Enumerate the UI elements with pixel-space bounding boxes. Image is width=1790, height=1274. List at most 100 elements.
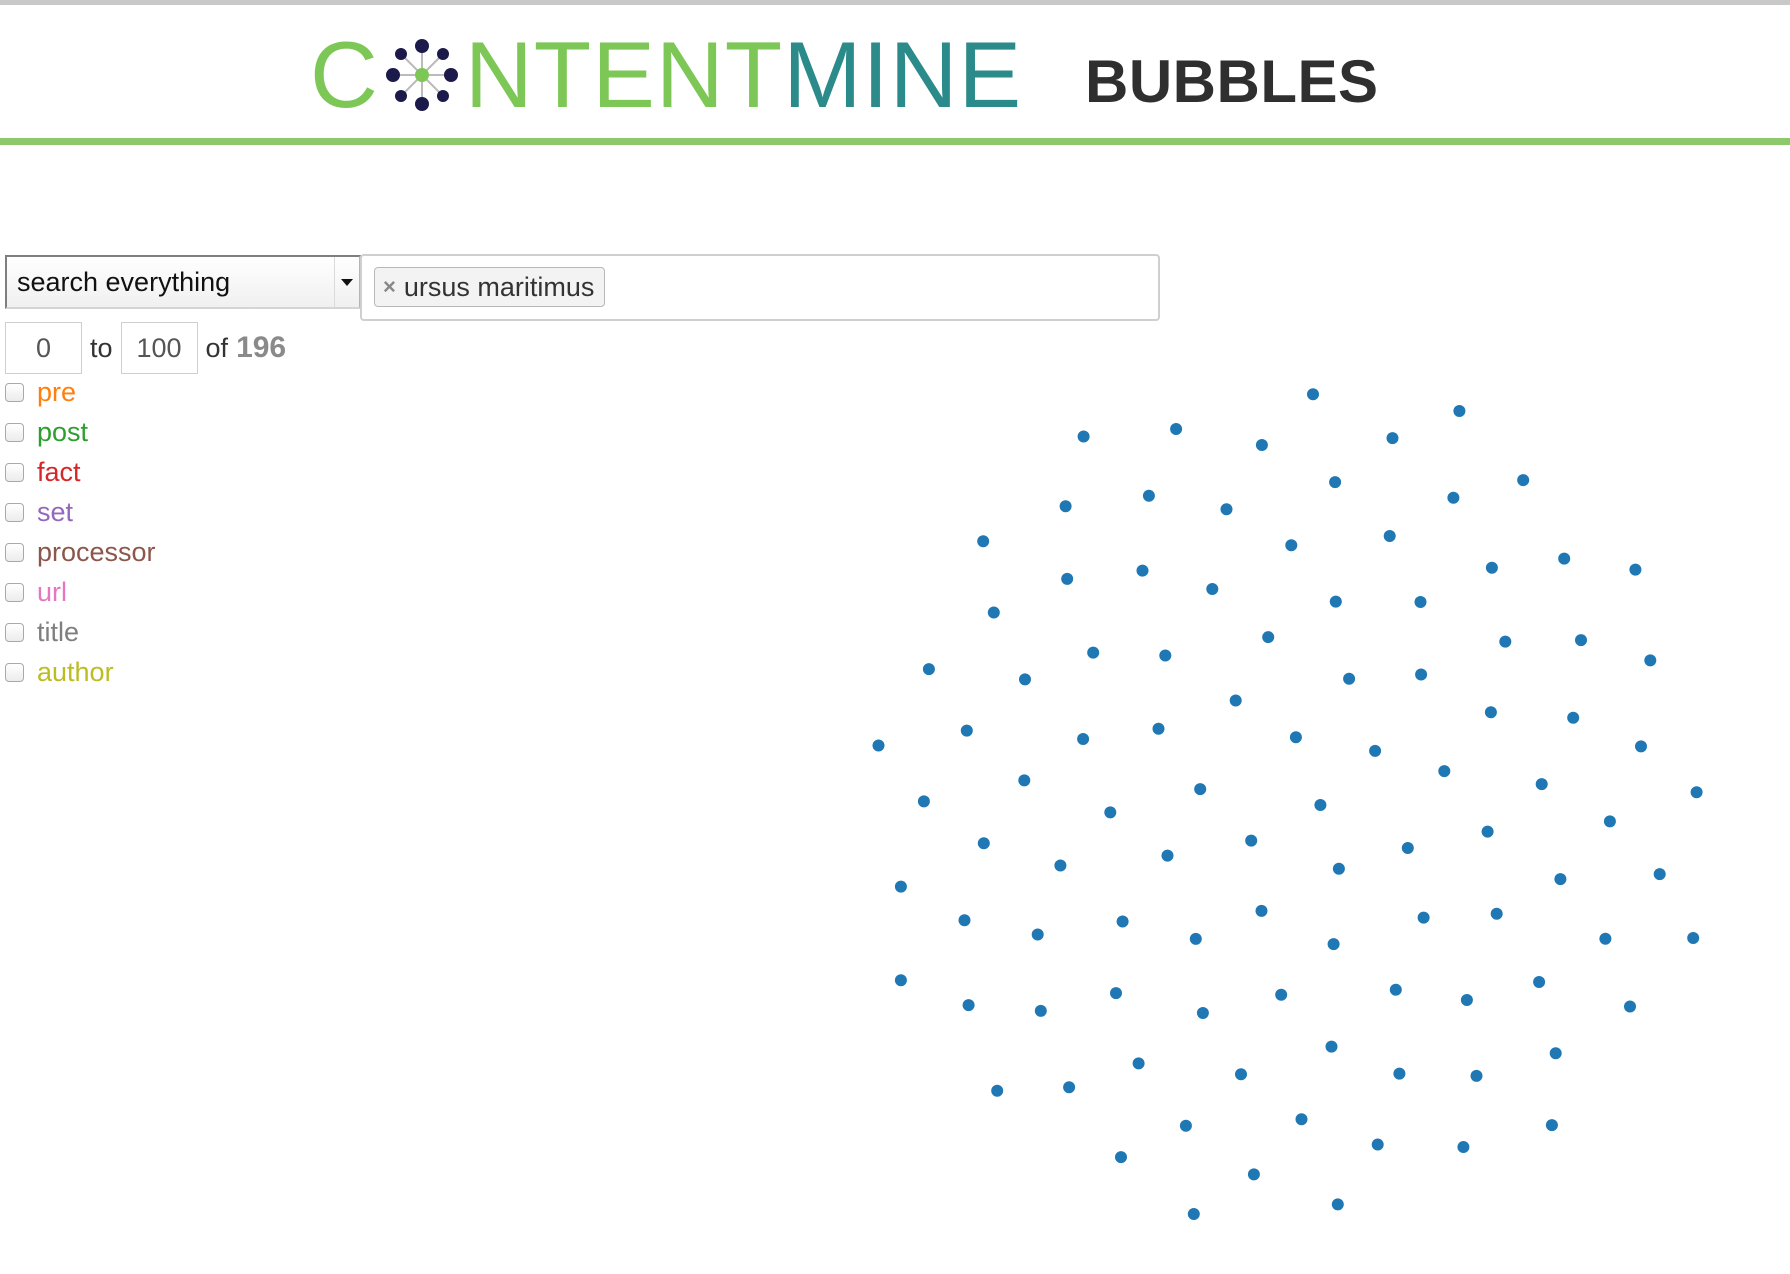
facet-label[interactable]: author	[37, 657, 114, 688]
facet-label[interactable]: fact	[37, 457, 81, 488]
facet-processor[interactable]: processor	[5, 532, 156, 572]
facet-checkbox[interactable]	[5, 422, 24, 442]
result-bubble[interactable]	[1453, 405, 1466, 417]
result-bubble[interactable]	[1054, 859, 1067, 872]
result-bubble[interactable]	[991, 1084, 1004, 1097]
facet-checkbox[interactable]	[5, 542, 24, 562]
facet-label[interactable]: pre	[37, 377, 76, 408]
result-bubble[interactable]	[1289, 731, 1302, 744]
result-bubble[interactable]	[977, 535, 990, 548]
facet-label[interactable]: url	[37, 577, 67, 608]
result-bubble[interactable]	[1499, 635, 1512, 648]
result-bubble[interactable]	[1061, 572, 1074, 585]
result-bubble[interactable]	[1116, 915, 1129, 928]
dropdown-arrow-icon[interactable]	[334, 257, 359, 307]
result-bubble[interactable]	[1115, 1151, 1127, 1164]
result-bubble[interactable]	[1104, 806, 1117, 819]
result-bubble[interactable]	[1389, 983, 1402, 996]
result-bubble[interactable]	[1545, 1119, 1558, 1132]
result-bubble[interactable]	[1018, 774, 1031, 787]
result-bubble[interactable]	[1417, 911, 1430, 924]
facet-checkbox[interactable]	[5, 582, 24, 602]
result-bubble[interactable]	[962, 999, 975, 1012]
result-bubble[interactable]	[958, 914, 971, 927]
result-bubble[interactable]	[1247, 1168, 1260, 1181]
facet-label[interactable]: title	[37, 617, 79, 648]
result-bubble[interactable]	[1161, 849, 1174, 862]
facet-set[interactable]: set	[5, 492, 156, 532]
result-bubble[interactable]	[1034, 1004, 1047, 1017]
result-bubble[interactable]	[1235, 1068, 1247, 1081]
result-bubble[interactable]	[1481, 825, 1494, 838]
result-bubble[interactable]	[1059, 500, 1072, 513]
result-bubble[interactable]	[987, 606, 1000, 619]
result-bubble[interactable]	[1567, 711, 1580, 724]
result-bubble[interactable]	[1644, 654, 1657, 667]
result-bubble[interactable]	[1327, 938, 1340, 951]
result-bubble[interactable]	[922, 663, 935, 676]
result-bubble[interactable]	[1255, 904, 1268, 917]
result-bubble[interactable]	[977, 837, 990, 850]
result-bubble[interactable]	[1447, 491, 1460, 504]
result-bubble[interactable]	[1558, 552, 1571, 565]
result-bubble[interactable]	[1401, 842, 1414, 854]
facet-title[interactable]: title	[5, 612, 156, 652]
result-bubble[interactable]	[1285, 539, 1298, 552]
result-bubble[interactable]	[1142, 489, 1155, 502]
remove-tag-icon[interactable]: ×	[383, 276, 396, 298]
facet-pre[interactable]: pre	[5, 372, 156, 412]
search-input[interactable]: × ursus maritimus	[360, 254, 1160, 321]
result-bubble[interactable]	[1470, 1069, 1483, 1082]
facet-post[interactable]: post	[5, 412, 156, 452]
facet-checkbox[interactable]	[5, 622, 24, 642]
range-from-input[interactable]	[5, 322, 82, 374]
result-bubble[interactable]	[1295, 1113, 1308, 1126]
facet-checkbox[interactable]	[5, 502, 24, 522]
result-bubble[interactable]	[1438, 765, 1451, 778]
range-to-input[interactable]	[120, 322, 198, 374]
contentmine-logo[interactable]: C NTENT MINE	[310, 27, 1022, 123]
result-bubble[interactable]	[1460, 994, 1473, 1006]
result-bubble[interactable]	[1549, 1047, 1562, 1060]
result-bubble[interactable]	[1414, 596, 1427, 608]
search-tag[interactable]: × ursus maritimus	[374, 267, 606, 307]
result-bubble[interactable]	[1220, 503, 1233, 516]
result-bubble[interactable]	[1189, 932, 1202, 945]
result-bubble[interactable]	[1187, 1208, 1200, 1220]
result-bubble[interactable]	[1332, 862, 1345, 875]
facet-url[interactable]: url	[5, 572, 156, 612]
facet-checkbox[interactable]	[5, 382, 24, 402]
result-bubble[interactable]	[1484, 706, 1497, 719]
result-bubble[interactable]	[1255, 439, 1268, 451]
result-bubble[interactable]	[1535, 778, 1548, 791]
result-bubble[interactable]	[1229, 694, 1242, 707]
facet-label[interactable]: set	[37, 497, 73, 528]
result-bubble[interactable]	[1331, 1198, 1344, 1211]
result-bubble[interactable]	[1371, 1138, 1384, 1151]
result-bubble[interactable]	[1110, 987, 1122, 1000]
result-bubble[interactable]	[894, 880, 907, 893]
result-bubble[interactable]	[1325, 1040, 1338, 1053]
facet-checkbox[interactable]	[5, 662, 24, 682]
result-bubble[interactable]	[1629, 563, 1642, 576]
result-bubble[interactable]	[1599, 932, 1612, 945]
result-bubble[interactable]	[1369, 744, 1382, 757]
result-bubble[interactable]	[1554, 873, 1567, 886]
result-bubble[interactable]	[1019, 673, 1031, 686]
result-bubble[interactable]	[1624, 1000, 1636, 1013]
result-bubble[interactable]	[1262, 631, 1275, 644]
result-bubble[interactable]	[1533, 976, 1546, 988]
result-bubble[interactable]	[1635, 740, 1647, 753]
result-bubble[interactable]	[1063, 1081, 1076, 1094]
result-bubble[interactable]	[1490, 907, 1503, 920]
result-bubble[interactable]	[1517, 474, 1530, 487]
result-bubble[interactable]	[1575, 634, 1587, 647]
result-bubble[interactable]	[1383, 530, 1396, 542]
result-bubble[interactable]	[1457, 1141, 1470, 1153]
result-bubble[interactable]	[1077, 430, 1090, 443]
facet-author[interactable]: author	[5, 652, 156, 692]
result-bubble[interactable]	[1206, 583, 1219, 595]
result-bubble[interactable]	[1132, 1057, 1145, 1070]
result-bubble[interactable]	[1196, 1007, 1209, 1019]
result-bubble[interactable]	[1603, 815, 1616, 828]
